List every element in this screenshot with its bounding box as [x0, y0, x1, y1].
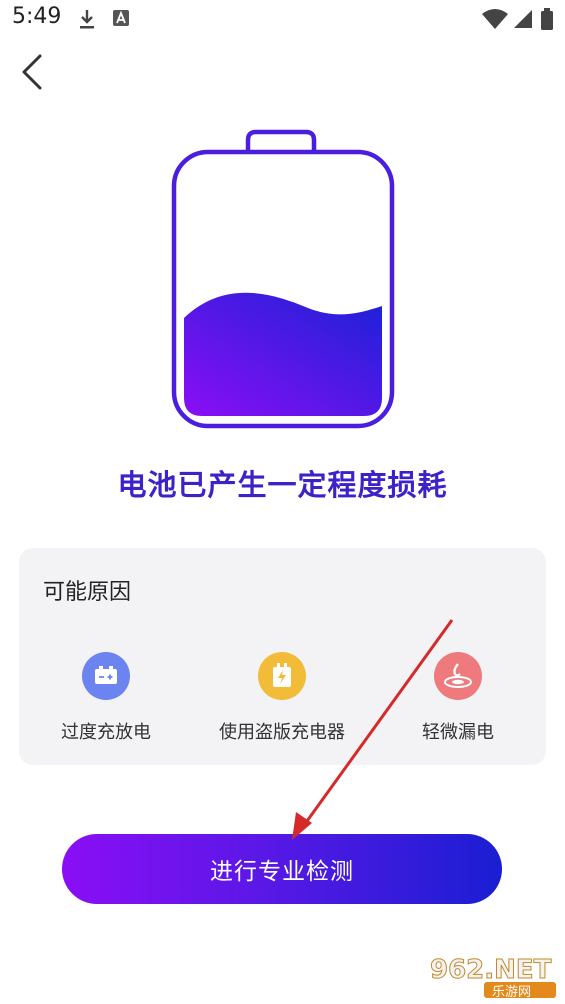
watermark-top-text: 962.NET [430, 955, 552, 985]
annotation-arrow-icon [292, 619, 454, 840]
watermark-bottom-text: 乐游网 [492, 985, 531, 1000]
site-watermark: 962.NET 乐游网 [426, 950, 560, 1000]
